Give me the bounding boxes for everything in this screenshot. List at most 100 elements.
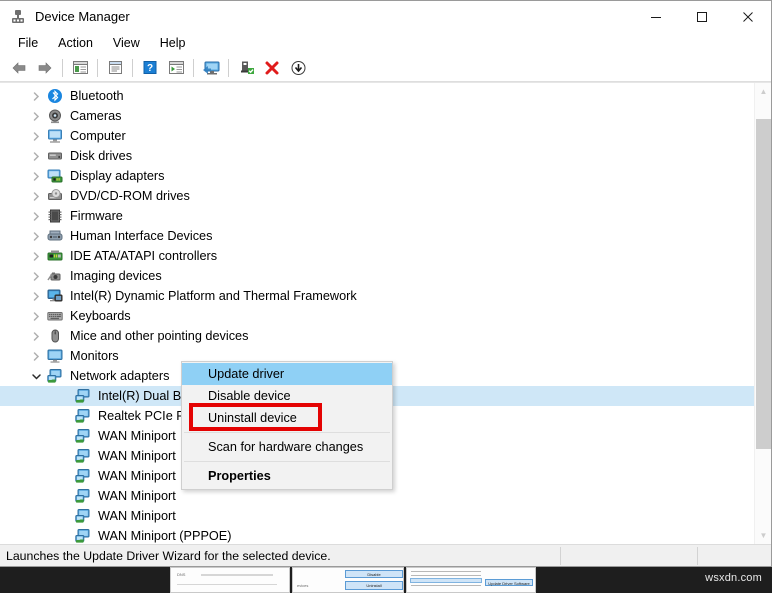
- network-adapter-icon: [47, 368, 64, 384]
- context-menu[interactable]: Update driver Disable device Uninstall dev…: [181, 361, 393, 490]
- properties-button[interactable]: [102, 56, 128, 80]
- chevron-right-icon[interactable]: [31, 291, 42, 302]
- chevron-right-icon[interactable]: [31, 191, 42, 202]
- computer-icon: [47, 128, 64, 144]
- firmware-chip-icon: [47, 208, 64, 224]
- network-adapter-icon: [75, 508, 92, 524]
- tree-node[interactable]: Cameras: [0, 106, 754, 126]
- chevron-right-icon[interactable]: [31, 311, 42, 322]
- scroll-down-arrow-icon[interactable]: ▼: [755, 527, 771, 544]
- menu-view[interactable]: View: [103, 34, 150, 52]
- tree-node[interactable]: WAN Miniport (PPPOE): [0, 526, 754, 544]
- tree-node[interactable]: Human Interface Devices: [0, 226, 754, 246]
- disable-device-button[interactable]: [285, 56, 311, 80]
- tree-node[interactable]: Imaging devices: [0, 266, 754, 286]
- tree-node-label: Mice and other pointing devices: [70, 329, 249, 343]
- tree-node[interactable]: Keyboards: [0, 306, 754, 326]
- scrollbar-thumb[interactable]: [756, 119, 771, 449]
- tree-node-label: Human Interface Devices: [70, 229, 213, 243]
- network-adapter-icon: [75, 488, 92, 504]
- tree-node-label: Bluetooth: [70, 89, 124, 103]
- watermark: wsxdn.com: [705, 572, 762, 584]
- toolbar-separator: [228, 58, 229, 77]
- context-menu-item[interactable]: Update driver: [182, 363, 392, 385]
- chevron-right-icon[interactable]: [31, 231, 42, 242]
- help-button[interactable]: ?: [137, 56, 163, 80]
- back-button[interactable]: [6, 56, 32, 80]
- tree-node-label: Imaging devices: [70, 269, 162, 283]
- device-manager-window: Device Manager File Action View Help ? B…: [0, 0, 772, 567]
- status-divider: [560, 547, 561, 565]
- context-menu-item[interactable]: Disable device: [182, 385, 392, 407]
- vertical-scrollbar[interactable]: ▲ ▼: [754, 83, 771, 544]
- thumb-update-driver-software-button: Update Driver Software: [485, 579, 533, 586]
- thermal-framework-icon: [47, 288, 64, 304]
- chevron-right-icon[interactable]: [31, 331, 42, 342]
- thumb-divider: [177, 584, 277, 585]
- tree-node[interactable]: Display adapters: [0, 166, 754, 186]
- forward-button[interactable]: [32, 56, 58, 80]
- chevron-right-icon[interactable]: [31, 251, 42, 262]
- chevron-right-icon[interactable]: [31, 131, 42, 142]
- context-menu-item[interactable]: Scan for hardware changes: [182, 436, 392, 458]
- chevron-right-icon[interactable]: [31, 271, 42, 282]
- tree-node-label: DVD/CD-ROM drives: [70, 189, 190, 203]
- tree-node[interactable]: Disk drives: [0, 146, 754, 166]
- tree-node-label: WAN Miniport: [98, 489, 176, 503]
- tree-node[interactable]: IDE ATA/ATAPI controllers: [0, 246, 754, 266]
- tree-node-label: Computer: [70, 129, 126, 143]
- menu-action[interactable]: Action: [48, 34, 103, 52]
- tree-node[interactable]: Mice and other pointing devices: [0, 326, 754, 346]
- tree-node[interactable]: Intel(R) Dynamic Platform and Thermal Fr…: [0, 286, 754, 306]
- display-adapter-icon: [47, 168, 64, 184]
- red-x-icon[interactable]: [259, 56, 285, 80]
- close-button[interactable]: [725, 1, 771, 32]
- show-hide-console-tree-button[interactable]: [67, 56, 93, 80]
- window-title: Device Manager: [35, 9, 130, 24]
- tree-node-label: WAN Miniport: [98, 429, 176, 443]
- chevron-right-icon[interactable]: [31, 91, 42, 102]
- thumb-row: [411, 575, 481, 576]
- tree-node-label: Firmware: [70, 209, 123, 223]
- minimize-button[interactable]: [633, 1, 679, 32]
- toolbar-separator: [132, 58, 133, 77]
- context-menu-item[interactable]: Properties: [182, 465, 392, 487]
- tree-node-label: WAN Miniport: [98, 509, 176, 523]
- maximize-button[interactable]: [679, 1, 725, 32]
- scroll-up-arrow-icon[interactable]: ▲: [755, 83, 771, 100]
- thumb-label-dns: DNS: [177, 572, 186, 577]
- menu-file[interactable]: File: [8, 34, 48, 52]
- enable-device-button[interactable]: [233, 56, 259, 80]
- disk-drive-icon: [47, 148, 64, 164]
- chevron-down-icon[interactable]: [31, 371, 42, 382]
- tree-node-label: Network adapters: [70, 369, 170, 383]
- chevron-right-icon[interactable]: [31, 151, 42, 162]
- update-driver-icon[interactable]: [163, 56, 189, 80]
- chevron-right-icon[interactable]: [31, 111, 42, 122]
- network-adapter-icon: [75, 428, 92, 444]
- camera-icon: [47, 108, 64, 124]
- tree-node-label: Disk drives: [70, 149, 133, 163]
- tree-node-label: Display adapters: [70, 169, 165, 183]
- menu-help[interactable]: Help: [150, 34, 196, 52]
- tree-node-label: Intel(R) Dual B: [98, 389, 182, 403]
- toolbar-separator: [193, 58, 194, 77]
- thumb-disable-button: Disable: [345, 570, 403, 578]
- tree-node-label: WAN Miniport: [98, 449, 176, 463]
- tree-node[interactable]: DVD/CD-ROM drives: [0, 186, 754, 206]
- tree-node[interactable]: WAN Miniport: [0, 506, 754, 526]
- keyboard-icon: [47, 308, 64, 324]
- ide-controller-icon: [47, 248, 64, 264]
- chevron-right-icon[interactable]: [31, 211, 42, 222]
- chevron-right-icon[interactable]: [31, 171, 42, 182]
- tree-node[interactable]: Bluetooth: [0, 86, 754, 106]
- context-menu-item[interactable]: Uninstall device: [182, 407, 392, 429]
- chevron-right-icon[interactable]: [31, 351, 42, 362]
- scan-hardware-changes-button[interactable]: [198, 56, 224, 80]
- tree-node[interactable]: Firmware: [0, 206, 754, 226]
- network-adapter-icon: [75, 408, 92, 424]
- tree-node-label: Realtek PCIe F: [98, 409, 185, 423]
- thumb-row: [411, 585, 481, 586]
- tree-node-label: WAN Miniport (PPPOE): [98, 529, 232, 543]
- tree-node[interactable]: Computer: [0, 126, 754, 146]
